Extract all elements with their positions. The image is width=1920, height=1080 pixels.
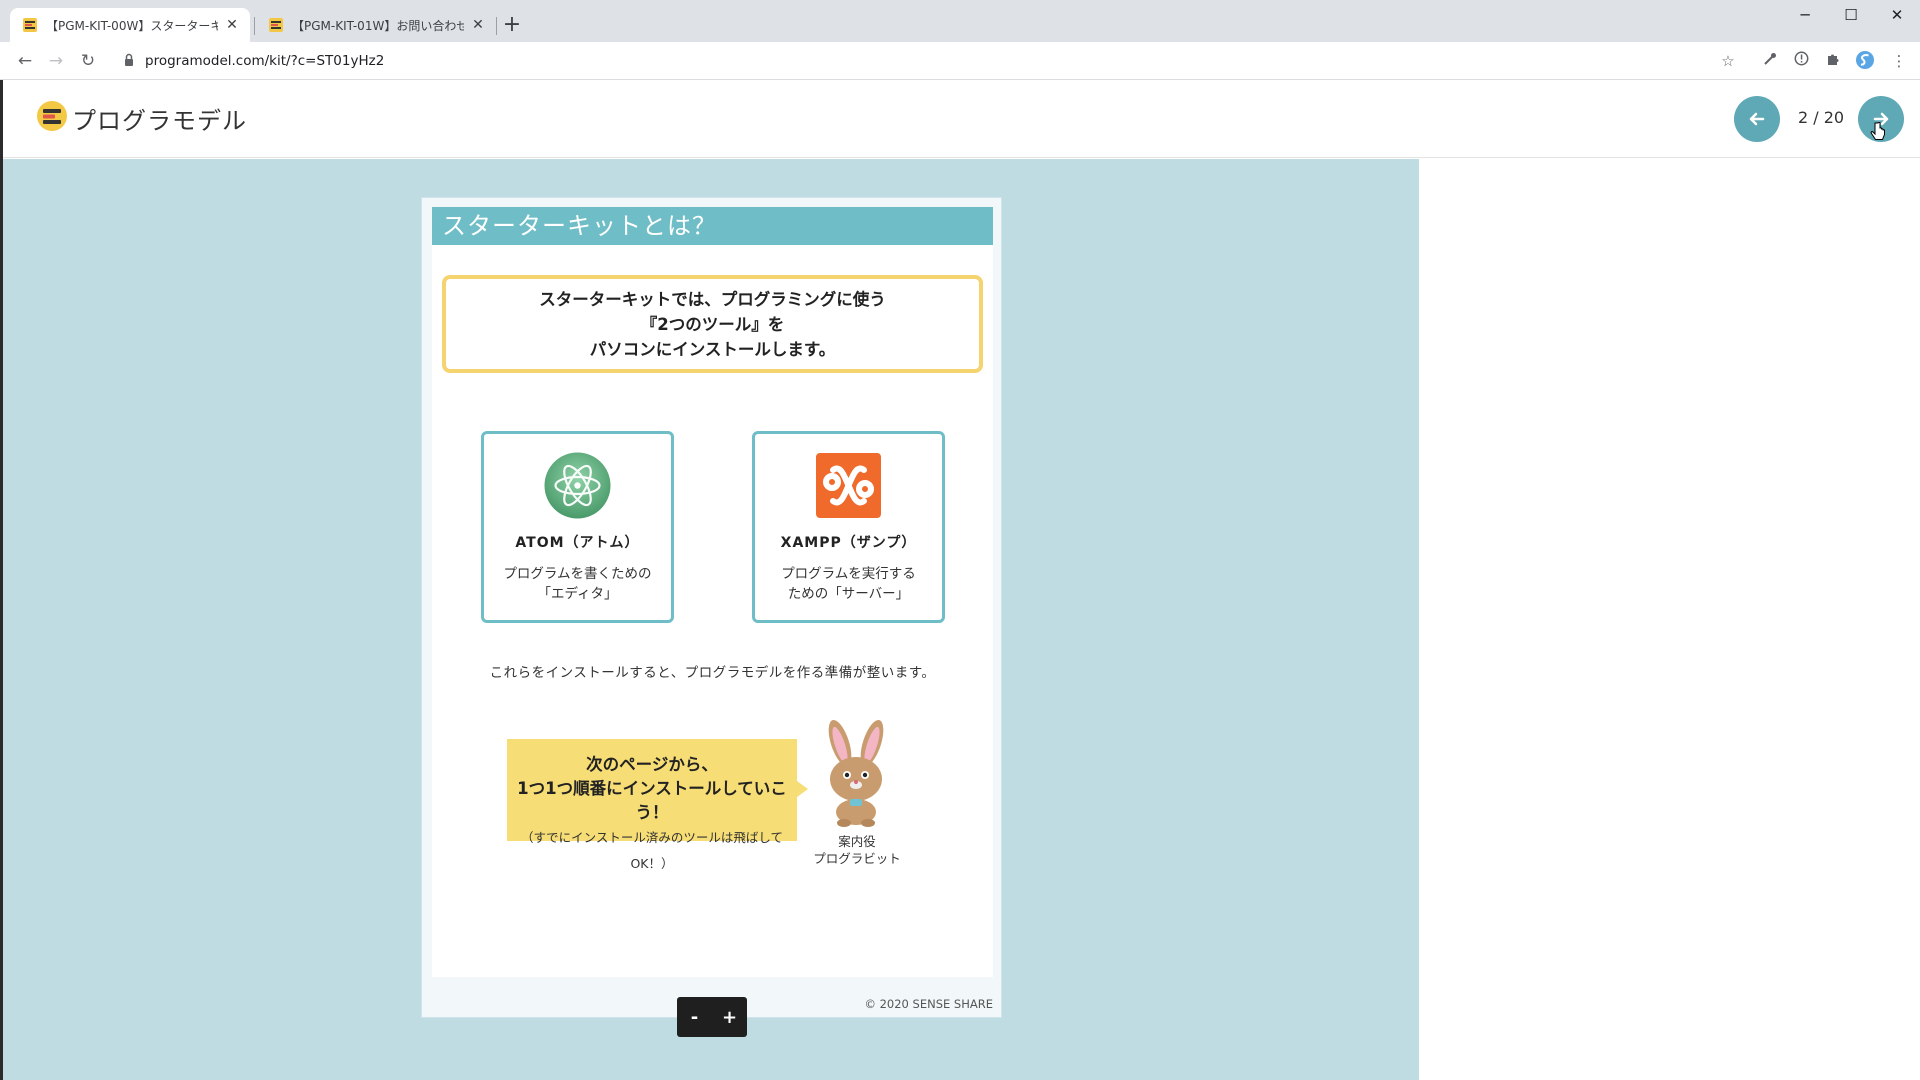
- new-tab-icon[interactable]: +: [500, 12, 524, 38]
- reload-icon[interactable]: ↻: [75, 48, 101, 74]
- next-page-callout: 次のページから、 1つ1つ順番にインストールしていこう！ （すでにインストール済…: [507, 739, 797, 871]
- hand-cursor-icon: [1870, 121, 1886, 144]
- tool-desc-line: ための「サーバー」: [787, 586, 910, 602]
- eyedropper-icon[interactable]: [1759, 50, 1781, 72]
- callout-line: 1つ1つ順番にインストールしていこう！: [517, 779, 787, 822]
- tool-name: ATOM（アトム）: [515, 535, 640, 551]
- tab-separator: [496, 17, 497, 35]
- zoom-in-button[interactable]: +: [716, 1007, 744, 1028]
- rabbit-mascot-icon: [812, 719, 902, 829]
- slide-content: スターターキットとは？ スターターキットでは、プログラミングに使う 『2つのツー…: [432, 207, 993, 977]
- prev-page-button[interactable]: [1734, 96, 1780, 142]
- window-close-icon[interactable]: ✕: [1874, 0, 1920, 30]
- install-caption: これらをインストールすると、プログラモデルを作る準備が整います。: [489, 665, 936, 681]
- side-panel: [1419, 159, 1920, 1080]
- tab-title: 【PGM-KIT-01W】お問い合わせフォー: [292, 18, 464, 33]
- intro-line: スターターキットでは、プログラミングに使う: [539, 290, 886, 309]
- zoom-controls: - +: [677, 997, 747, 1037]
- favicon-icon: [268, 17, 284, 33]
- callout-tail: [797, 781, 808, 797]
- intro-line: パソコンにインストールします。: [589, 340, 836, 359]
- callout-line: 次のページから、: [586, 755, 718, 774]
- favicon-icon: [22, 17, 38, 33]
- tool-desc-line: 「エディタ」: [537, 586, 618, 602]
- info-icon[interactable]: [1790, 50, 1812, 72]
- tab-close-icon[interactable]: ✕: [470, 17, 486, 33]
- tool-card-atom: ATOM（アトム） プログラムを書くための 「エディタ」: [481, 431, 674, 623]
- xampp-icon: [815, 452, 882, 519]
- profile-icon[interactable]: [1854, 50, 1876, 72]
- site-header: プログラモデル 2 / 20: [3, 80, 1920, 158]
- slide-title: スターターキットとは？: [432, 207, 993, 245]
- minimize-icon[interactable]: ─: [1782, 0, 1828, 30]
- browser-toolbar: ← → ↻ programodel.com/kit/?c=ST01yHz2 ☆ …: [0, 42, 1920, 80]
- tab-strip: 【PGM-KIT-00W】スターターキット_2 | ✕ 【PGM-KIT-01W…: [0, 0, 1920, 42]
- callout-note: （すでにインストール済みのツールは飛ばしてOK！）: [520, 830, 783, 871]
- tool-desc: プログラムを書くための 「エディタ」: [484, 564, 671, 604]
- tab-title: 【PGM-KIT-00W】スターターキット_2 |: [46, 18, 218, 33]
- arrow-left-icon: [1749, 112, 1765, 126]
- page-indicator: 2 / 20: [1798, 108, 1845, 127]
- tool-desc-line: プログラムを実行する: [781, 566, 916, 582]
- star-icon[interactable]: ☆: [1717, 50, 1739, 72]
- guide-label: 案内役 プログラビット: [797, 833, 917, 867]
- address-bar[interactable]: programodel.com/kit/?c=ST01yHz2: [145, 52, 384, 70]
- tool-desc: プログラムを実行する ための「サーバー」: [755, 564, 942, 604]
- zoom-out-button[interactable]: -: [681, 1007, 709, 1028]
- brand-name[interactable]: プログラモデル: [72, 101, 247, 136]
- tab-close-icon[interactable]: ✕: [224, 17, 240, 33]
- intro-line: 『2つのツール』を: [640, 315, 785, 334]
- slide-page: スターターキットとは？ スターターキットでは、プログラミングに使う 『2つのツー…: [421, 197, 1002, 1018]
- tool-name: XAMPP（ザンプ）: [780, 535, 917, 551]
- programodel-logo-icon[interactable]: [36, 100, 68, 132]
- guide-role: 案内役: [838, 834, 876, 849]
- forward-icon[interactable]: →: [43, 48, 69, 74]
- intro-box: スターターキットでは、プログラミングに使う 『2つのツール』を パソコンにインス…: [442, 275, 983, 373]
- lock-icon[interactable]: [124, 52, 134, 70]
- menu-icon[interactable]: ⋮: [1888, 50, 1910, 72]
- atom-icon: [544, 452, 611, 519]
- tool-card-xampp: XAMPP（ザンプ） プログラムを実行する ための「サーバー」: [752, 431, 945, 623]
- guide-name: プログラビット: [813, 851, 901, 866]
- copyright: © 2020 SENSE SHARE: [864, 997, 993, 1011]
- tab-separator: [254, 17, 255, 35]
- maximize-icon[interactable]: ☐: [1828, 0, 1874, 30]
- puzzle-icon[interactable]: [1822, 50, 1844, 72]
- back-icon[interactable]: ←: [12, 48, 38, 74]
- tool-desc-line: プログラムを書くための: [503, 566, 652, 582]
- tab-starter-kit[interactable]: 【PGM-KIT-00W】スターターキット_2 | ✕: [10, 8, 250, 42]
- tab-contact-form[interactable]: 【PGM-KIT-01W】お問い合わせフォー ✕: [256, 8, 496, 42]
